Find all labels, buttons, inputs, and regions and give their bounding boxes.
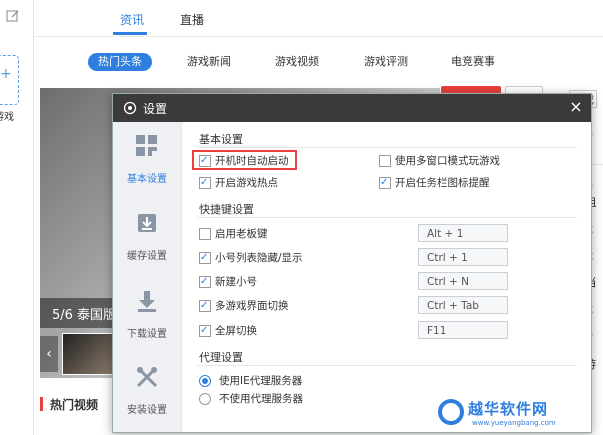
- section-marker: [40, 397, 43, 411]
- watermark-text: 越华软件网: [468, 400, 549, 418]
- cache-download-icon: [138, 214, 156, 232]
- hotkey-row-new-alt[interactable]: 新建小号 Ctrl + N: [199, 272, 519, 290]
- radio-selected[interactable]: [199, 375, 211, 387]
- left-rail-label: 游戏: [0, 112, 14, 123]
- close-icon[interactable]: ×: [567, 97, 585, 117]
- sidebar-item-download[interactable]: 下载设置: [113, 279, 181, 353]
- add-game-tile[interactable]: +: [0, 55, 19, 105]
- tab-news[interactable]: 资讯: [120, 11, 144, 28]
- sub-nav: 热门头条 游戏新闻 游戏视频 游戏评测 电竞赛事: [34, 47, 603, 77]
- section-title: 热门视频: [50, 398, 99, 412]
- checkbox-checked[interactable]: [199, 250, 211, 266]
- chevron-left-icon[interactable]: ‹: [40, 336, 58, 372]
- left-rail: + 游戏: [0, 0, 34, 435]
- checkbox-checked[interactable]: [199, 274, 211, 290]
- wrench-tools-icon: [136, 366, 158, 388]
- sub-tab-game-news[interactable]: 游戏新闻: [187, 53, 231, 71]
- hotkey-input[interactable]: Ctrl + Tab: [418, 296, 508, 314]
- highlight-annotation: [192, 150, 297, 170]
- sub-tab-game-reviews[interactable]: 游戏评测: [364, 53, 408, 71]
- hotkey-row-fullscreen[interactable]: 全屏切换 F11: [199, 321, 519, 339]
- checkbox-unchecked[interactable]: [379, 155, 391, 167]
- section-title-proxy: 代理设置: [199, 351, 243, 364]
- checkbox-checked[interactable]: [199, 323, 211, 339]
- radio-unselected[interactable]: [199, 393, 211, 405]
- grid-settings-icon: [136, 135, 157, 156]
- divider: [197, 147, 577, 148]
- section-title-hotkeys: 快捷键设置: [199, 203, 254, 216]
- active-tab-underline: [113, 32, 147, 35]
- hotkey-row-alt-list[interactable]: 小号列表隐藏/显示 Ctrl + 1: [199, 248, 519, 266]
- edit-icon[interactable]: [6, 9, 20, 23]
- checkbox-checked[interactable]: [379, 175, 391, 191]
- dialog-title-bar[interactable]: 设置 ×: [113, 94, 591, 122]
- hotkey-row-switch-games[interactable]: 多游戏界面切换 Ctrl + Tab: [199, 296, 519, 314]
- checkbox-checked[interactable]: [199, 298, 211, 314]
- section-title-basic: 基本设置: [199, 133, 243, 146]
- sidebar-item-label: 安装设置: [127, 405, 167, 416]
- settings-gear-icon: [123, 101, 137, 115]
- plus-icon: +: [0, 66, 12, 82]
- hotkey-input[interactable]: F11: [418, 321, 508, 339]
- sidebar-item-label: 基本设置: [127, 174, 167, 185]
- dialog-title: 设置: [143, 102, 168, 116]
- banner-caption-text: 5/6 泰国版: [52, 308, 117, 323]
- sub-tab-game-videos[interactable]: 游戏视频: [275, 53, 319, 71]
- banner-thumbnail[interactable]: [62, 333, 114, 375]
- watermark: 越华软件网 www.yueyangbang.com: [438, 394, 603, 435]
- sidebar-item-label: 缓存设置: [127, 251, 167, 262]
- hotkey-input[interactable]: Ctrl + 1: [418, 248, 508, 266]
- download-arrow-icon: [138, 291, 156, 312]
- checkbox-checked[interactable]: [199, 175, 211, 191]
- settings-sidebar: 基本设置 缓存设置 下载设置 安装设置: [113, 122, 182, 432]
- settings-dialog: 设置 × 基本设置 缓存设置 下载设置 安装设置 基本设置 ✓ 开机时自动启动 …: [112, 93, 592, 433]
- sub-tab-esports[interactable]: 电竞赛事: [451, 53, 495, 71]
- sub-tab-hot-headlines[interactable]: 热门头条: [88, 53, 152, 71]
- sidebar-item-cache[interactable]: 缓存设置: [113, 201, 181, 275]
- divider: [197, 365, 577, 366]
- sidebar-item-label: 下载设置: [127, 329, 167, 340]
- divider: [197, 217, 577, 218]
- checkbox-unchecked[interactable]: [199, 228, 211, 240]
- hotkey-input[interactable]: Ctrl + N: [418, 272, 508, 290]
- tab-live[interactable]: 直播: [180, 11, 204, 28]
- watermark-logo-icon: [438, 399, 464, 425]
- watermark-url: www.yueyangbang.com: [472, 419, 556, 427]
- hotkey-row-boss-key[interactable]: 启用老板键 Alt + 1: [199, 224, 519, 242]
- sidebar-item-basic[interactable]: 基本设置: [113, 124, 181, 198]
- sidebar-item-install[interactable]: 安装设置: [113, 355, 181, 429]
- hotkey-input[interactable]: Alt + 1: [418, 224, 508, 242]
